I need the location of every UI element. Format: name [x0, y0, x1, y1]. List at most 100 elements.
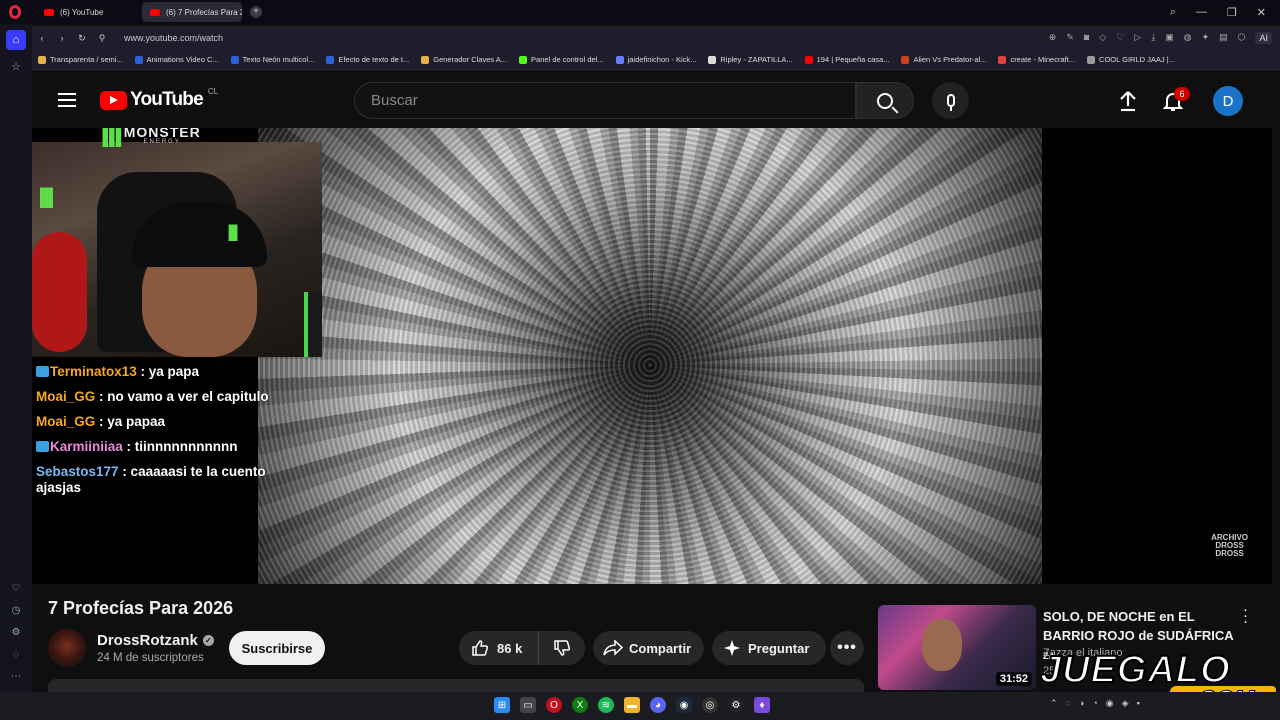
- home-icon[interactable]: ⌂: [6, 30, 26, 50]
- reload-icon[interactable]: ↻: [72, 33, 92, 44]
- back-icon[interactable]: ‹: [32, 33, 52, 43]
- bookmark-favicon-icon: [421, 55, 430, 64]
- bookmark-item[interactable]: Panel de control del...: [519, 55, 604, 64]
- windows-start-icon[interactable]: ⊞: [494, 697, 510, 713]
- bookmark-favicon-icon: [615, 55, 624, 64]
- shield-icon[interactable]: ◇: [1099, 32, 1106, 44]
- video-player[interactable]: ARCHIVO DROSS DROSS III III III MONSTER EN…: [32, 128, 1272, 584]
- more-actions-button[interactable]: •••: [830, 631, 864, 665]
- camera-icon[interactable]: ◙: [1084, 32, 1089, 44]
- bookmark-item[interactable]: Efecto de texto de t...: [326, 55, 409, 64]
- settings-app-icon[interactable]: ⚙: [728, 697, 744, 713]
- extensions-icon[interactable]: ▣: [1165, 32, 1174, 44]
- video-title: 7 Profecías Para 2026: [48, 598, 234, 618]
- window-controls: ⌕ — ❐ ✕: [1170, 6, 1280, 19]
- chat-message: Sebastos177 : caaaaasi te la cuento ajas…: [36, 464, 296, 496]
- pin-icon[interactable]: ☆: [6, 56, 26, 76]
- channel-name[interactable]: DrossRotzank: [97, 632, 198, 649]
- subscribe-button[interactable]: Suscribirse: [229, 631, 325, 665]
- chat-username: Karmiiniiaa: [50, 439, 123, 454]
- edit-icon[interactable]: ✎: [1066, 32, 1074, 44]
- site-info-icon[interactable]: ⚲: [92, 33, 112, 44]
- recommended-thumbnail[interactable]: 31:52: [878, 605, 1036, 690]
- account-icon[interactable]: ◍: [1184, 32, 1192, 44]
- bookmark-item[interactable]: Animations Video C...: [134, 55, 219, 64]
- bookmarks-bar: Transparenta / semi... Animations Video C…: [32, 50, 1280, 70]
- task-view-icon[interactable]: ▭: [520, 697, 536, 713]
- tray-app-icon[interactable]: ◌: [1066, 698, 1071, 709]
- bookmark-item[interactable]: Alien Vs Predator-al...: [901, 55, 986, 64]
- search-button[interactable]: [856, 82, 914, 119]
- kebab-menu-icon[interactable]: · · ·: [1243, 602, 1248, 629]
- search-tabs-icon[interactable]: ⌕: [1170, 6, 1176, 19]
- search-input[interactable]: Buscar: [354, 82, 856, 119]
- bookmark-label: Animations Video C...: [146, 55, 219, 64]
- tab-current-video[interactable]: (6) 7 Profecías Para 2026: [142, 2, 242, 22]
- heart-icon[interactable]: ♡: [6, 578, 26, 598]
- dislike-button[interactable]: [539, 639, 585, 657]
- bookmark-item[interactable]: Transparenta / semi...: [38, 55, 123, 64]
- ai-button[interactable]: AI: [1255, 32, 1272, 44]
- bookmark-item[interactable]: Ripley - ZAPATILLA...: [708, 55, 793, 64]
- bookmark-item[interactable]: Generador Claves A...: [421, 55, 507, 64]
- bookmark-item[interactable]: Texto Neón multicol...: [230, 55, 314, 64]
- bookmark-item[interactable]: jaidefinichon - Kick...: [615, 55, 696, 64]
- hamburger-menu-icon[interactable]: [58, 93, 76, 107]
- bookmark-item[interactable]: 194 | Pequeña casa...: [804, 55, 889, 64]
- puzzle-icon[interactable]: ✦: [1202, 32, 1210, 44]
- tray-app-icon[interactable]: ◑: [1079, 698, 1084, 709]
- maximize-icon[interactable]: ❐: [1227, 6, 1237, 19]
- discord-icon[interactable]: ◕: [650, 697, 666, 713]
- box-icon[interactable]: ⬡: [1238, 32, 1246, 44]
- tray-app-icon[interactable]: ◈: [1122, 698, 1129, 709]
- more-icon[interactable]: ⋯: [6, 666, 26, 686]
- close-icon[interactable]: ✕: [1257, 6, 1266, 19]
- youtube-logo[interactable]: YouTube CL: [100, 87, 218, 111]
- chat-message: Terminatox13 : ya papa: [36, 364, 296, 380]
- tray-app-icon[interactable]: ▪: [1137, 698, 1140, 709]
- ask-button[interactable]: Preguntar: [712, 631, 826, 665]
- share-button[interactable]: Compartir: [593, 631, 704, 665]
- forward-icon[interactable]: ›: [52, 33, 72, 43]
- chat-message: Moai_GG : no vamo a ver el capitulo: [36, 389, 296, 405]
- spotify-icon[interactable]: ≋: [598, 697, 614, 713]
- xbox-icon[interactable]: X: [572, 697, 588, 713]
- lightbulb-icon[interactable]: ◌: [6, 644, 26, 664]
- file-explorer-icon[interactable]: ▬: [624, 697, 640, 713]
- chat-text: : ya papa: [136, 364, 200, 379]
- app-icon[interactable]: ♦: [754, 697, 770, 713]
- opera-gx-icon[interactable]: O: [546, 697, 562, 713]
- download-icon[interactable]: ⤓: [1151, 32, 1155, 44]
- channel-name-row[interactable]: DrossRotzank ✓: [97, 632, 214, 649]
- zoom-icon[interactable]: ⊕: [1049, 32, 1057, 44]
- bookmark-item[interactable]: COOL GIRLD JAAJ |...: [1087, 55, 1175, 64]
- account-avatar[interactable]: D: [1213, 86, 1243, 116]
- description-box[interactable]: [48, 679, 864, 692]
- tab-youtube[interactable]: (6) YouTube: [36, 2, 136, 22]
- monster-wordmark: MONSTER: [123, 128, 201, 140]
- voice-search-button[interactable]: [932, 82, 969, 119]
- tray-app-icon[interactable]: ◉: [1106, 698, 1114, 709]
- wallet-icon[interactable]: ▤: [1219, 32, 1228, 44]
- heart-icon[interactable]: ♡: [1116, 32, 1124, 44]
- url-field[interactable]: www.youtube.com/watch: [124, 33, 223, 43]
- tray-app-icon[interactable]: ◔: [1092, 698, 1097, 709]
- monster-claw-icon: III: [227, 220, 239, 247]
- new-tab-button[interactable]: +: [250, 6, 262, 18]
- bookmark-label: Generador Claves A...: [433, 55, 508, 64]
- bookmark-item[interactable]: create - Minecraft...: [998, 55, 1075, 64]
- monster-energy-logo: III MONSTER ENERGY: [100, 128, 201, 154]
- bookmark-favicon-icon: [804, 55, 813, 64]
- minimize-icon[interactable]: —: [1196, 6, 1207, 19]
- channel-avatar[interactable]: [48, 629, 86, 667]
- obs-icon[interactable]: ◎: [702, 697, 718, 713]
- upload-icon[interactable]: [1118, 90, 1138, 112]
- steam-icon[interactable]: ◉: [676, 697, 692, 713]
- play-icon[interactable]: ▷: [1134, 32, 1141, 44]
- like-button[interactable]: 86 k: [459, 631, 539, 665]
- address-bar: ‹ › ↻ ⚲ www.youtube.com/watch ⊕ ✎ ◙ ◇ ♡ …: [32, 26, 1280, 50]
- opera-logo-icon[interactable]: [0, 0, 30, 24]
- history-icon[interactable]: ◷: [6, 600, 26, 620]
- settings-icon[interactable]: ⚙: [6, 622, 26, 642]
- tray-chevron-icon[interactable]: ⌃: [1050, 698, 1058, 709]
